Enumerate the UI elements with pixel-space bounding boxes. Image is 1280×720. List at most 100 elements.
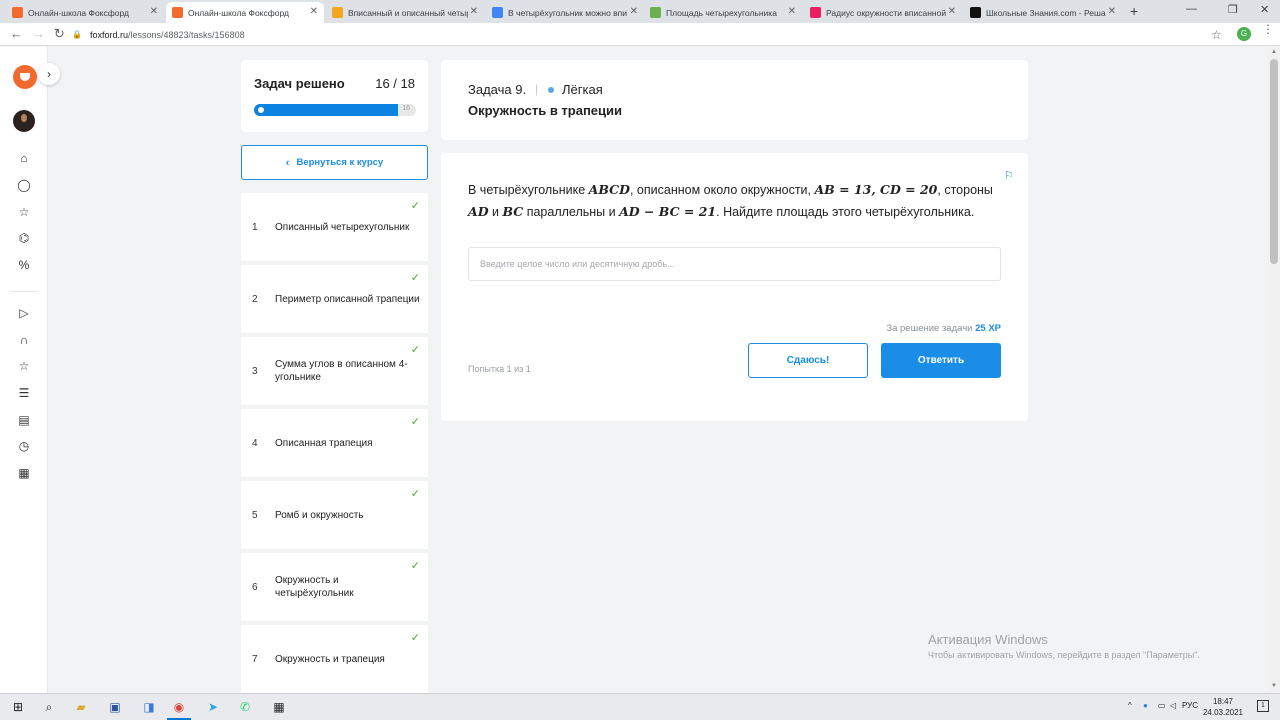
scrollbar-thumb[interactable] <box>1270 59 1278 264</box>
browser-tab[interactable]: Площадь четырехугольника ✕ <box>644 2 802 23</box>
forward-arrow-icon[interactable]: → <box>32 26 45 41</box>
app-icon[interactable]: ◨ <box>140 699 158 715</box>
percent-icon[interactable]: % <box>14 256 34 274</box>
tag-icon[interactable]: ⌬ <box>14 229 34 247</box>
checkmark-icon: ✓ <box>410 344 420 356</box>
restore-icon[interactable]: ❐ <box>1228 3 1238 16</box>
close-tab-icon[interactable]: ✕ <box>948 6 956 17</box>
browser-tab[interactable]: Вписанный и описанный четыр ✕ <box>326 2 484 23</box>
new-tab-icon[interactable]: + <box>1130 3 1138 19</box>
tray-app-icon[interactable]: ● <box>1143 701 1148 710</box>
back-to-course-button[interactable]: ‹ Вернуться к курсу <box>241 145 428 180</box>
headphones-icon[interactable]: ∩ <box>14 331 34 349</box>
favorites-icon[interactable]: ☆ <box>14 357 34 375</box>
left-sidebar: › ⌂ ◯ ☆ ⌬ % ▷ ∩ ☆ ☰ ▤ ◷ ▦ <box>0 47 60 693</box>
task-name: Сумма углов в описанном 4-угольнике <box>275 359 408 383</box>
task-name: Описанный четырехугольник <box>275 221 410 233</box>
close-tab-icon[interactable]: ✕ <box>470 6 478 17</box>
watermark-text: Чтобы активировать Windows, перейдите в … <box>928 650 1200 660</box>
user-avatar[interactable] <box>13 110 35 132</box>
submit-answer-button[interactable]: Ответить <box>881 343 1001 378</box>
task-list-item[interactable]: 1 Описанный четырехугольник ✓ <box>241 193 428 261</box>
play-icon[interactable]: ▷ <box>14 304 34 322</box>
chrome-icon[interactable]: ◉ <box>170 699 188 715</box>
notes-icon[interactable]: ▦ <box>14 464 34 482</box>
expand-sidebar-icon[interactable]: › <box>38 63 60 85</box>
close-tab-icon[interactable]: ✕ <box>630 6 638 17</box>
task-list-item[interactable]: 3 Сумма углов в описанном 4-угольнике ✓ <box>241 337 428 405</box>
list-icon[interactable]: ☰ <box>14 384 34 402</box>
profile-avatar[interactable]: G <box>1237 27 1251 41</box>
task-list-item[interactable]: 4 Описанная трапеция ✓ <box>241 409 428 477</box>
browser-tab[interactable]: Радиус окружности вписанной ✕ <box>804 2 962 23</box>
clock-icon[interactable]: ◷ <box>14 437 34 455</box>
checkmark-icon: ✓ <box>410 416 420 428</box>
network-icon[interactable]: ▭ <box>1158 701 1166 710</box>
reload-icon[interactable]: ↻ <box>54 26 65 42</box>
search-icon[interactable]: ⌕ <box>40 699 58 715</box>
task-list-item[interactable]: 7 Окружность и трапеция ✓ <box>241 625 428 693</box>
task-number: 3 <box>252 365 258 377</box>
minimize-icon[interactable]: — <box>1186 3 1197 15</box>
star-icon[interactable]: ☆ <box>14 203 34 221</box>
chat-icon[interactable]: ◯ <box>14 176 34 194</box>
telegram-icon[interactable]: ➤ <box>204 699 222 715</box>
notifications-icon[interactable]: 1 <box>1257 700 1269 712</box>
close-tab-icon[interactable]: ✕ <box>788 6 796 17</box>
site-favicon-icon <box>332 7 343 18</box>
windows-start-icon[interactable]: ⊞ <box>9 699 27 715</box>
checkmark-icon: ✓ <box>410 200 420 212</box>
browser-tab[interactable]: Онлайн-школа Фоксфорд ✕ <box>6 2 164 23</box>
google-favicon-icon <box>492 7 503 18</box>
foxford-logo[interactable] <box>13 65 37 89</box>
calculator-icon[interactable]: ▦ <box>270 699 288 715</box>
browser-tab-active[interactable]: Онлайн-школа Фоксфорд ✕ <box>166 2 324 23</box>
difficulty-dot-icon <box>548 87 554 93</box>
tray-expand-icon[interactable]: ^ <box>1128 701 1132 710</box>
task-number: 4 <box>252 437 258 449</box>
home-icon[interactable]: ⌂ <box>14 149 34 167</box>
url-field[interactable]: 🔒 foxford.ru /lessons/48823/tasks/156808 <box>72 26 1252 43</box>
scroll-up-icon[interactable]: ▲ <box>1271 49 1277 55</box>
scroll-down-icon[interactable]: ▼ <box>1271 683 1277 689</box>
back-to-course-label: Вернуться к курсу <box>296 157 384 168</box>
task-header-card: Задача 9. | Лёгкая Окружность в трапеции <box>441 60 1028 140</box>
whatsapp-icon[interactable]: ✆ <box>236 699 254 715</box>
tab-title: Школьные Знания.com - Решаю <box>986 7 1106 18</box>
browser-menu-icon[interactable]: ⋮ <box>1262 23 1274 35</box>
library-icon[interactable]: ▤ <box>14 411 34 429</box>
close-tab-icon[interactable]: ✕ <box>310 6 318 17</box>
url-path: /lessons/48823/tasks/156808 <box>128 29 245 40</box>
file-explorer-icon[interactable]: ▰ <box>72 699 90 715</box>
task-list-item[interactable]: 2 Периметр описанной трапеции ✓ <box>241 265 428 333</box>
page-content: › ⌂ ◯ ☆ ⌬ % ▷ ∩ ☆ ☰ ▤ ◷ ▦ Задач решено 1… <box>0 47 1280 693</box>
task-list-item[interactable]: 6 Окружность и четырёхугольник ✓ <box>241 553 428 621</box>
answer-input[interactable] <box>468 247 1001 281</box>
system-clock[interactable]: 18:47 24.03.2021 <box>1200 696 1246 718</box>
task-name: Ромб и окружность <box>275 509 364 521</box>
language-indicator[interactable]: РУС <box>1182 701 1198 710</box>
task-name: Окружность и четырёхугольник <box>275 575 354 599</box>
volume-icon[interactable]: ◁ <box>1170 701 1176 710</box>
reward-xp: 25 XP <box>975 323 1001 334</box>
bookmark-star-icon[interactable]: ☆ <box>1211 28 1222 42</box>
page-scrollbar[interactable]: ▲ ▼ <box>1268 47 1280 693</box>
close-window-icon[interactable]: ✕ <box>1260 3 1269 16</box>
task-number-label: Задача 9. <box>468 82 527 97</box>
office-app-icon[interactable]: ▣ <box>106 699 124 715</box>
close-tab-icon[interactable]: ✕ <box>150 6 158 17</box>
browser-tab[interactable]: Школьные Знания.com - Решаю ✕ <box>964 2 1122 23</box>
browser-tab[interactable]: В четырёхугольник можно впи ✕ <box>486 2 644 23</box>
url-host: foxford.ru <box>89 29 128 40</box>
task-list-item[interactable]: 5 Ромб и окружность ✓ <box>241 481 428 549</box>
site-favicon-icon <box>650 7 661 18</box>
report-flag-icon[interactable]: ⚐ <box>1004 169 1014 182</box>
task-body-card: ⚐ В четырёхугольнике ABCD, описанном око… <box>441 153 1028 421</box>
close-tab-icon[interactable]: ✕ <box>1108 6 1116 17</box>
statement-math: BC <box>502 204 524 219</box>
windows-activation-watermark: Активация Windows Чтобы активировать Win… <box>928 632 1200 660</box>
tab-title: Онлайн-школа Фоксфорд <box>28 7 129 18</box>
back-arrow-icon[interactable]: ← <box>10 26 23 41</box>
give-up-button[interactable]: Сдаюсь! <box>748 343 868 378</box>
header-separator: | <box>535 82 539 96</box>
